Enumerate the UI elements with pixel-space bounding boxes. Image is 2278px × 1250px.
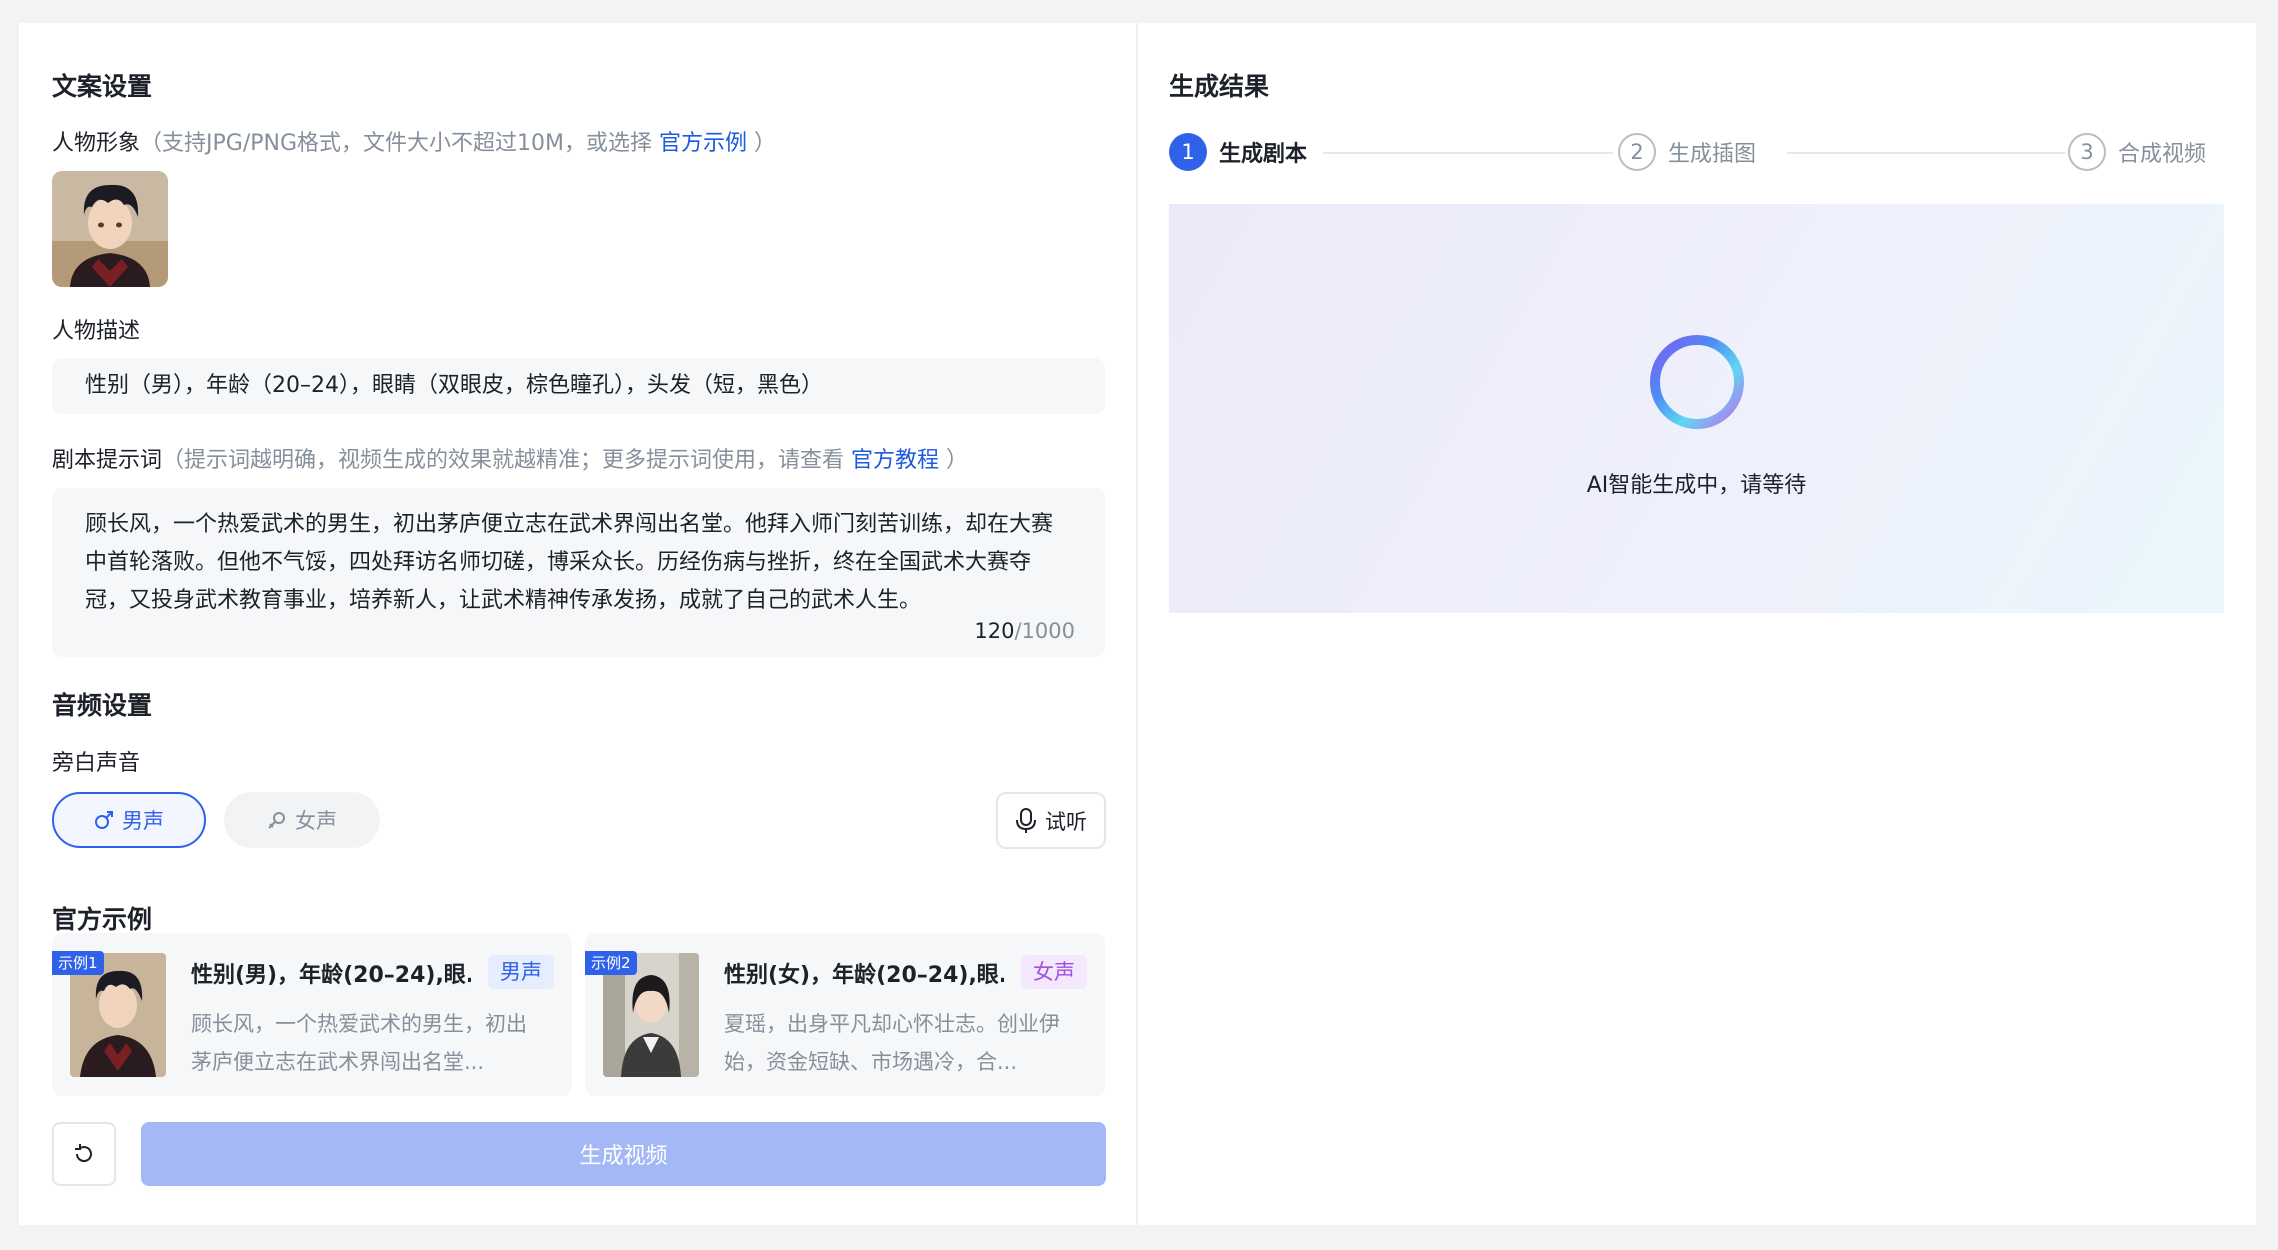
official-tutorial-link[interactable]: 官方教程: [851, 448, 939, 473]
example-2-title: 性别(女)，年龄(20–24),眼...: [724, 963, 1004, 988]
step-connector-2: [1787, 152, 2065, 154]
script-prompt-textarea[interactable]: 顾长风，一个热爱武术的男生，初出茅庐便立志在武术界闯出名堂。他拜入师门刻苦训练，…: [52, 488, 1105, 657]
settings-panel: 文案设置 人物形象（支持JPG/PNG格式，文件大小不超过10M，或选择 官方示…: [19, 23, 1138, 1225]
official-example-link[interactable]: 官方示例: [659, 131, 747, 156]
result-panel: 生成结果 1 生成剧本 2 生成插图 3 合成视频 AI智能生成中，请等待: [1138, 23, 2256, 1225]
loading-text: AI智能生成中，请等待: [1586, 473, 1807, 498]
character-desc-label: 人物描述: [52, 319, 141, 344]
script-prompt-label: 剧本提示词（提示词越明确，视频生成的效果就越精准；更多提示词使用，请查看 官方教…: [52, 448, 969, 473]
official-examples-title: 官方示例: [52, 905, 153, 934]
narration-voice-label: 旁白声音: [52, 751, 141, 776]
reset-button[interactable]: [52, 1122, 116, 1186]
step-connector-1: [1323, 152, 1613, 154]
example-2-voice-badge: 女声: [1021, 955, 1087, 989]
listen-button[interactable]: 试听: [996, 792, 1106, 849]
app-frame: 文案设置 人物形象（支持JPG/PNG格式，文件大小不超过10M，或选择 官方示…: [19, 23, 2256, 1225]
example-1-tag: 示例1: [52, 951, 104, 975]
generation-preview-area: AI智能生成中，请等待: [1169, 204, 2224, 613]
example-1-title: 性别(男)，年龄(20–24),眼...: [191, 963, 471, 988]
script-prompt-text: 顾长风，一个热爱武术的男生，初出茅庐便立志在武术界闯出名堂。他拜入师门刻苦训练，…: [85, 512, 1054, 613]
result-title: 生成结果: [1169, 72, 1270, 101]
audio-settings-title: 音频设置: [52, 691, 153, 720]
reset-icon: [75, 1144, 92, 1163]
example-1-voice-badge: 男声: [488, 955, 554, 989]
microphone-icon: [1016, 807, 1036, 833]
character-avatar[interactable]: [52, 171, 168, 287]
male-symbol-icon: [95, 811, 113, 829]
character-desc-input[interactable]: 性别（男），年龄（20–24），眼睛（双眼皮，棕色瞳孔），头发（短，黑色）: [52, 358, 1105, 414]
male-voice-button[interactable]: 男声: [52, 792, 206, 848]
step-3: 3 合成视频: [2068, 133, 2206, 171]
female-symbol-icon: [268, 812, 285, 829]
loading-spinner-icon: [1650, 335, 1744, 429]
step-1: 1 生成剧本: [1169, 133, 1307, 171]
character-image-label: 人物形象（支持JPG/PNG格式，文件大小不超过10M，或选择 官方示例 ）: [52, 131, 777, 156]
generate-video-button[interactable]: 生成视频: [141, 1122, 1106, 1186]
progress-steps: 1 生成剧本 2 生成插图 3 合成视频: [1169, 133, 2245, 173]
example-1-desc: 顾长风，一个热爱武术的男生，初出茅庐便立志在武术界闯出名堂...: [191, 1012, 527, 1074]
example-2-desc: 夏瑶，出身平凡却心怀壮志。创业伊始，资金短缺、市场遇冷，合...: [724, 1012, 1060, 1074]
step-2: 2 生成插图: [1618, 133, 1756, 171]
female-voice-button[interactable]: 女声: [224, 792, 380, 848]
example-2-tag: 示例2: [585, 951, 637, 975]
copy-settings-title: 文案设置: [52, 72, 153, 101]
char-counter: 120/1000: [974, 619, 1075, 643]
example-card-2[interactable]: 示例2 性别(女)，年龄(20–24),眼... 女声 夏瑶，出身平凡却心怀壮志…: [585, 933, 1105, 1096]
example-card-1[interactable]: 示例1 性别(男)，年龄(20–24),眼... 男声 顾长风，一个热爱武术的男…: [52, 933, 572, 1096]
